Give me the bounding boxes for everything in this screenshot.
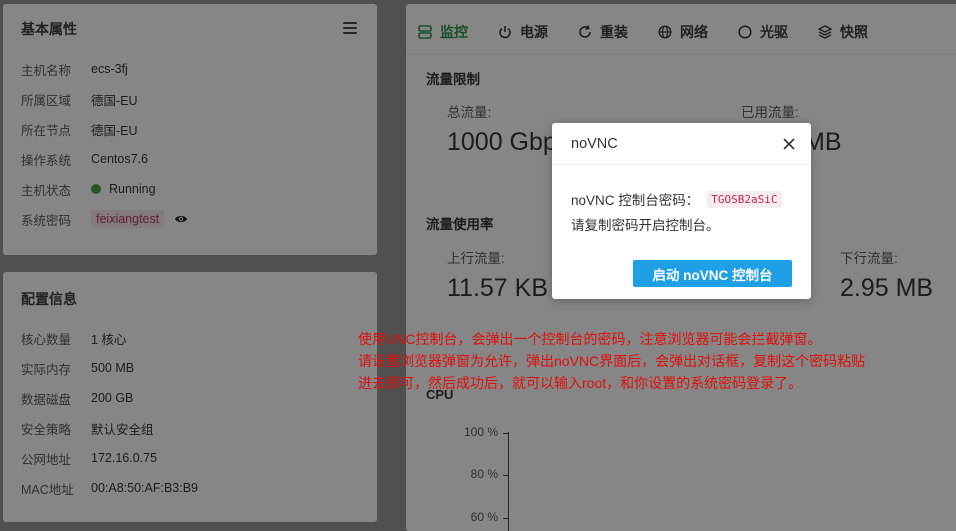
modal-title: noVNC — [571, 136, 618, 152]
password-label: noVNC 控制台密码： — [571, 193, 700, 208]
modal-hint: 请复制密码开启控制台。 — [571, 218, 720, 233]
password-line: noVNC 控制台密码： TGOSB2aSiC — [571, 189, 782, 209]
annotation-line-1: 使用VNC控制台，会弹出一个控制台的密码，注意浏览器可能会拦截弹窗。 — [358, 331, 822, 347]
vnc-password[interactable]: TGOSB2aSiC — [707, 190, 782, 208]
annotation-line-2: 请设置浏览器弹窗为允许，弹出noVNC界面后，会弹出对话框，复制这个密码粘贴 — [358, 353, 866, 369]
modal-header: noVNC — [552, 123, 811, 165]
close-icon[interactable] — [782, 137, 796, 151]
launch-novnc-button[interactable]: 启动 noVNC 控制台 — [633, 260, 792, 287]
novnc-modal: noVNC noVNC 控制台密码： TGOSB2aSiC 请复制密码开启控制台… — [552, 123, 811, 299]
modal-backdrop[interactable] — [0, 0, 956, 531]
annotation-line-3: 进去即可，然后成功后，就可以输入root，和你设置的系统密码登录了。 — [358, 375, 803, 391]
